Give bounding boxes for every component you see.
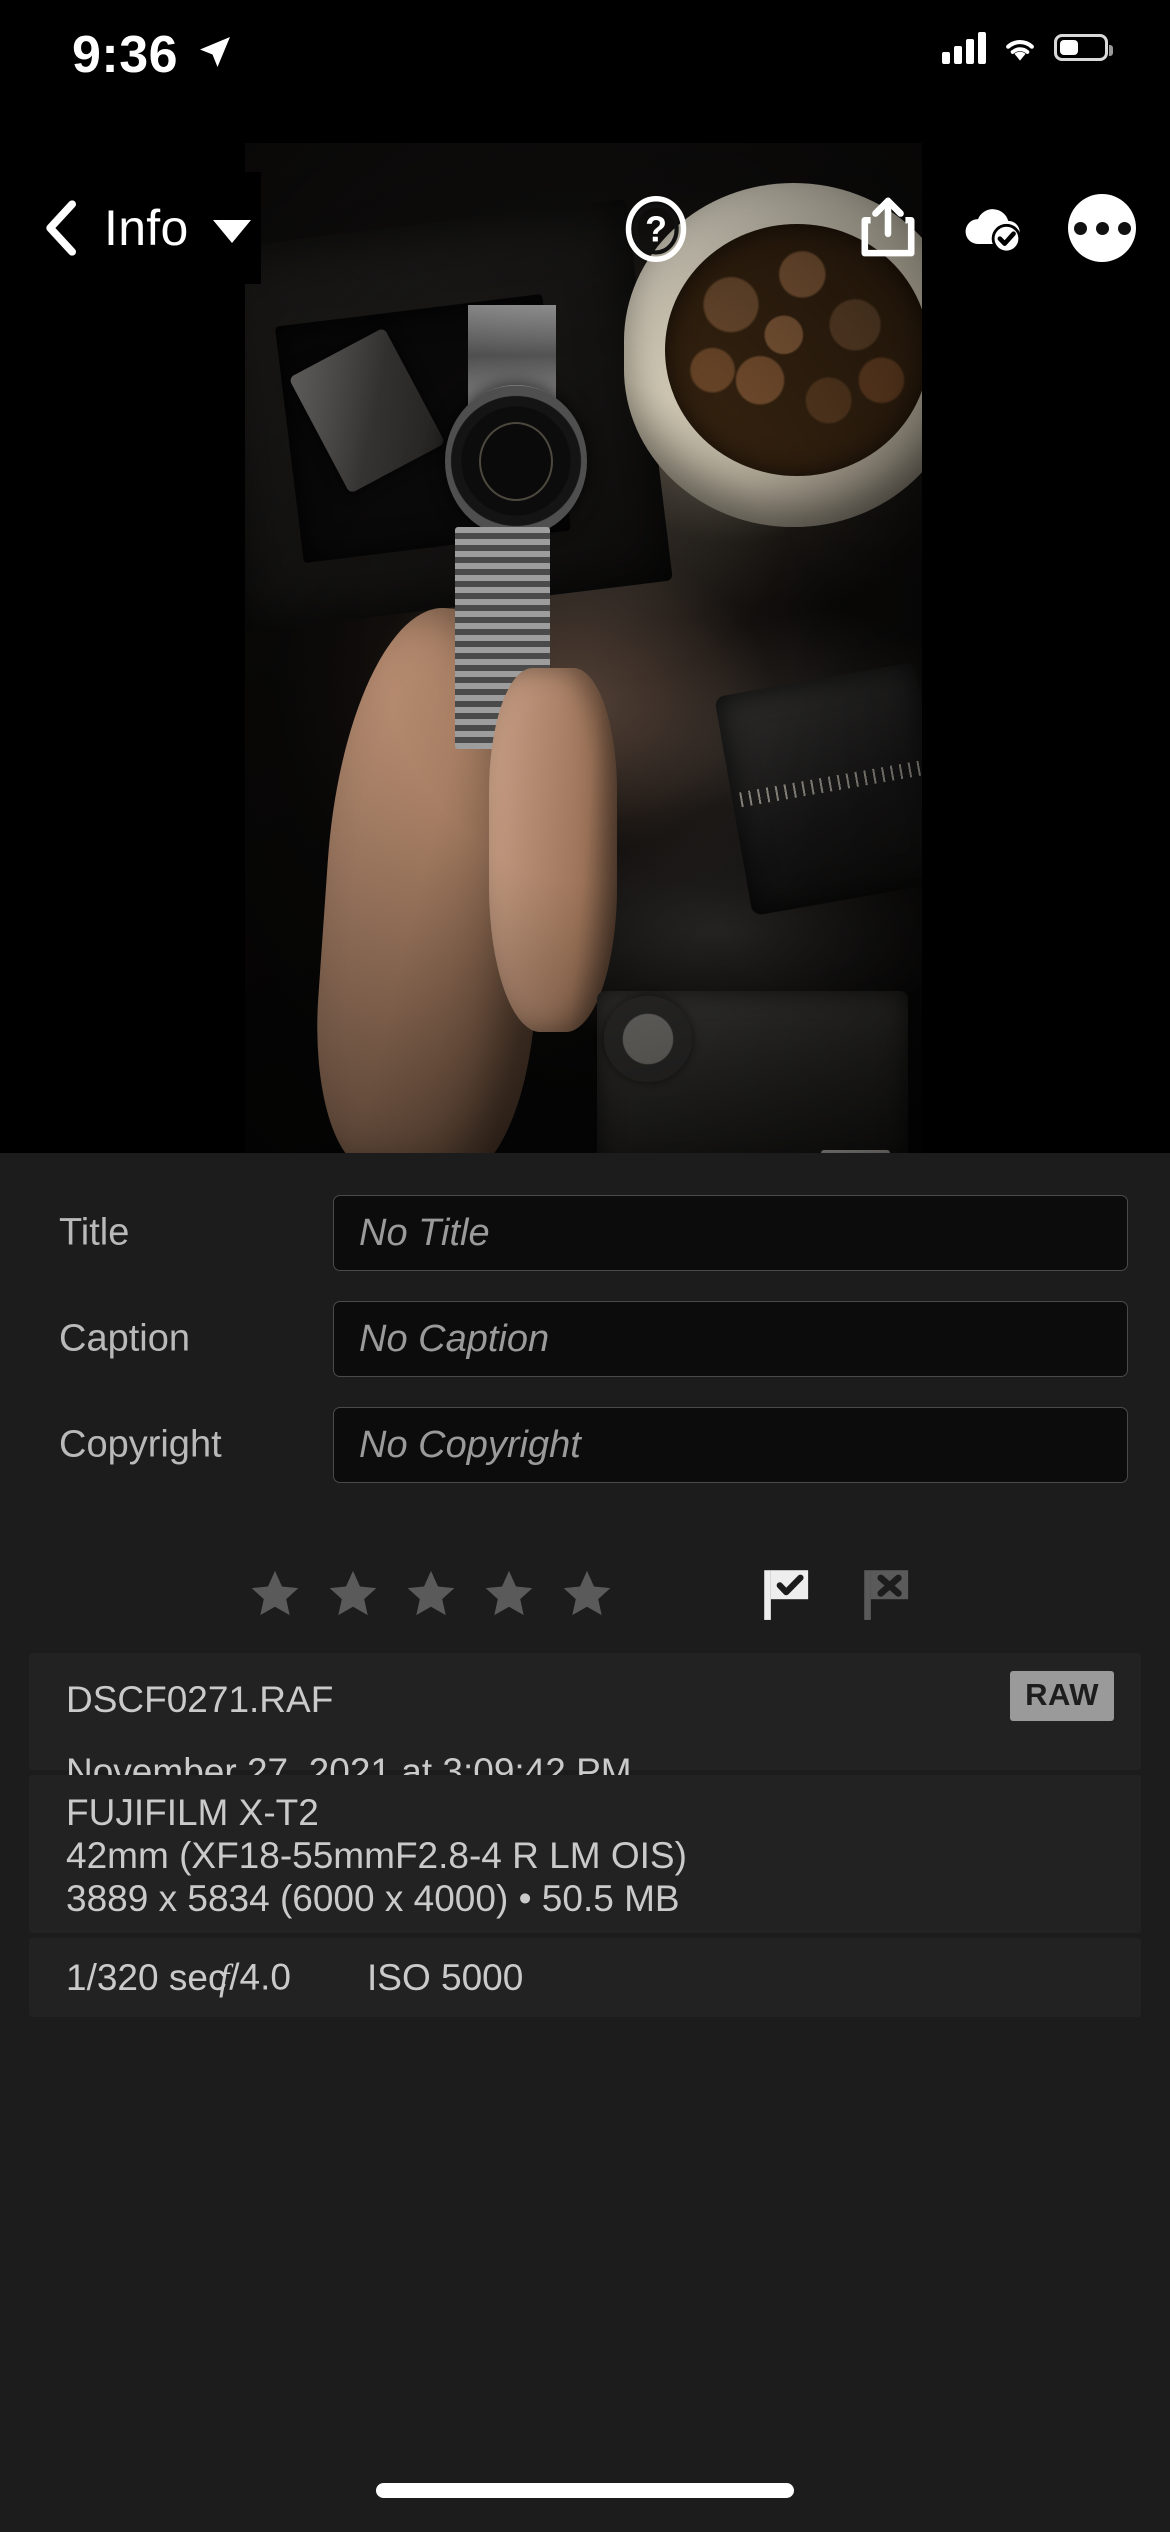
title-input-placeholder: No Title — [359, 1211, 490, 1254]
status-bar-indicators — [942, 30, 1113, 64]
ellipsis-dot — [1073, 221, 1087, 235]
title-field-label: Title — [59, 1211, 130, 1254]
info-panel: Title No Title Caption No Caption Copyri… — [0, 1153, 1170, 2532]
rating-and-flags-row — [0, 1533, 1170, 1653]
photo-preview[interactable] — [245, 143, 922, 1153]
camera-body: FUJIFILM X-T2 — [66, 1792, 319, 1833]
caption-field-row: Caption No Caption — [0, 1286, 1170, 1392]
star-icon-1[interactable] — [247, 1565, 303, 1621]
cloud-check-icon — [965, 209, 1022, 254]
camera-info-card: FUJIFILM X-T2 42mm (XF18-55mmF2.8-4 R LM… — [29, 1775, 1141, 1933]
title-input[interactable]: No Title — [333, 1195, 1128, 1271]
svg-text:?: ? — [645, 209, 667, 249]
file-info-card: DSCF0271.RAF RAW November 27, 2021 at 3:… — [29, 1653, 1141, 1792]
flag-controls — [760, 1564, 914, 1622]
aperture: f/4.0 — [219, 1956, 291, 1999]
copyright-input[interactable]: No Copyright — [333, 1407, 1128, 1483]
wifi-icon — [1006, 40, 1034, 61]
lens-info: 42mm (XF18-55mmF2.8-4 R LM OIS) — [66, 1835, 687, 1876]
aperture-value: /4.0 — [229, 1956, 291, 1997]
chevron-down-icon — [212, 219, 251, 243]
back-button[interactable] — [30, 192, 96, 264]
star-icon-5[interactable] — [559, 1565, 615, 1621]
more-options-button[interactable] — [1068, 194, 1136, 262]
navigation-bar: Info ? — [0, 172, 1170, 284]
ellipsis-dot — [1117, 221, 1131, 235]
star-icon-3[interactable] — [403, 1565, 459, 1621]
chevron-left-icon — [46, 200, 77, 256]
page-title: Info — [104, 200, 189, 256]
copyright-input-placeholder: No Copyright — [359, 1423, 581, 1466]
star-icon-4[interactable] — [481, 1565, 537, 1621]
copyright-field-label: Copyright — [59, 1423, 222, 1466]
caption-input[interactable]: No Caption — [333, 1301, 1128, 1377]
location-arrow-icon — [200, 37, 230, 67]
iso-value: ISO 5000 — [367, 1956, 524, 1998]
raw-badge: RAW — [1010, 1671, 1114, 1721]
flag-x-icon[interactable] — [860, 1564, 914, 1622]
status-bar-time: 9:36 — [72, 26, 179, 84]
info-dropdown-button[interactable]: Info — [104, 172, 261, 284]
exposure-info-card: 1/320 sec f/4.0 ISO 5000 — [29, 1938, 1141, 2017]
star-icon-2[interactable] — [325, 1565, 381, 1621]
battery-icon — [1054, 33, 1113, 61]
nav-left-group: Info — [30, 172, 261, 284]
cloud-sync-status-button[interactable] — [962, 196, 1026, 260]
star-rating — [247, 1565, 615, 1621]
photo-stage — [0, 132, 1170, 1153]
share-upload-icon — [861, 197, 915, 257]
status-bar: 9:36 — [0, 0, 1170, 132]
copyright-field-row: Copyright No Copyright — [0, 1392, 1170, 1498]
shutter-speed: 1/320 sec — [66, 1956, 227, 1998]
ellipsis-dot — [1095, 221, 1109, 235]
title-field-row: Title No Title — [0, 1180, 1170, 1286]
nav-right-group — [856, 172, 1136, 284]
photo-vignette — [245, 143, 922, 1153]
file-name: DSCF0271.RAF — [66, 1679, 334, 1720]
metadata-form: Title No Title Caption No Caption Copyri… — [0, 1180, 1170, 1498]
caption-field-label: Caption — [59, 1317, 190, 1360]
flag-check-icon[interactable] — [760, 1564, 814, 1622]
caption-input-placeholder: No Caption — [359, 1317, 550, 1360]
image-dimensions: 3889 x 5834 (6000 x 4000) • 50.5 MB — [66, 1878, 680, 1919]
aperture-f-glyph: f — [219, 1957, 230, 1998]
cellular-bars-icon — [942, 30, 986, 64]
home-indicator[interactable] — [376, 2483, 794, 2498]
question-mark-circle-icon[interactable]: ? — [623, 196, 689, 262]
share-button[interactable] — [856, 196, 920, 260]
